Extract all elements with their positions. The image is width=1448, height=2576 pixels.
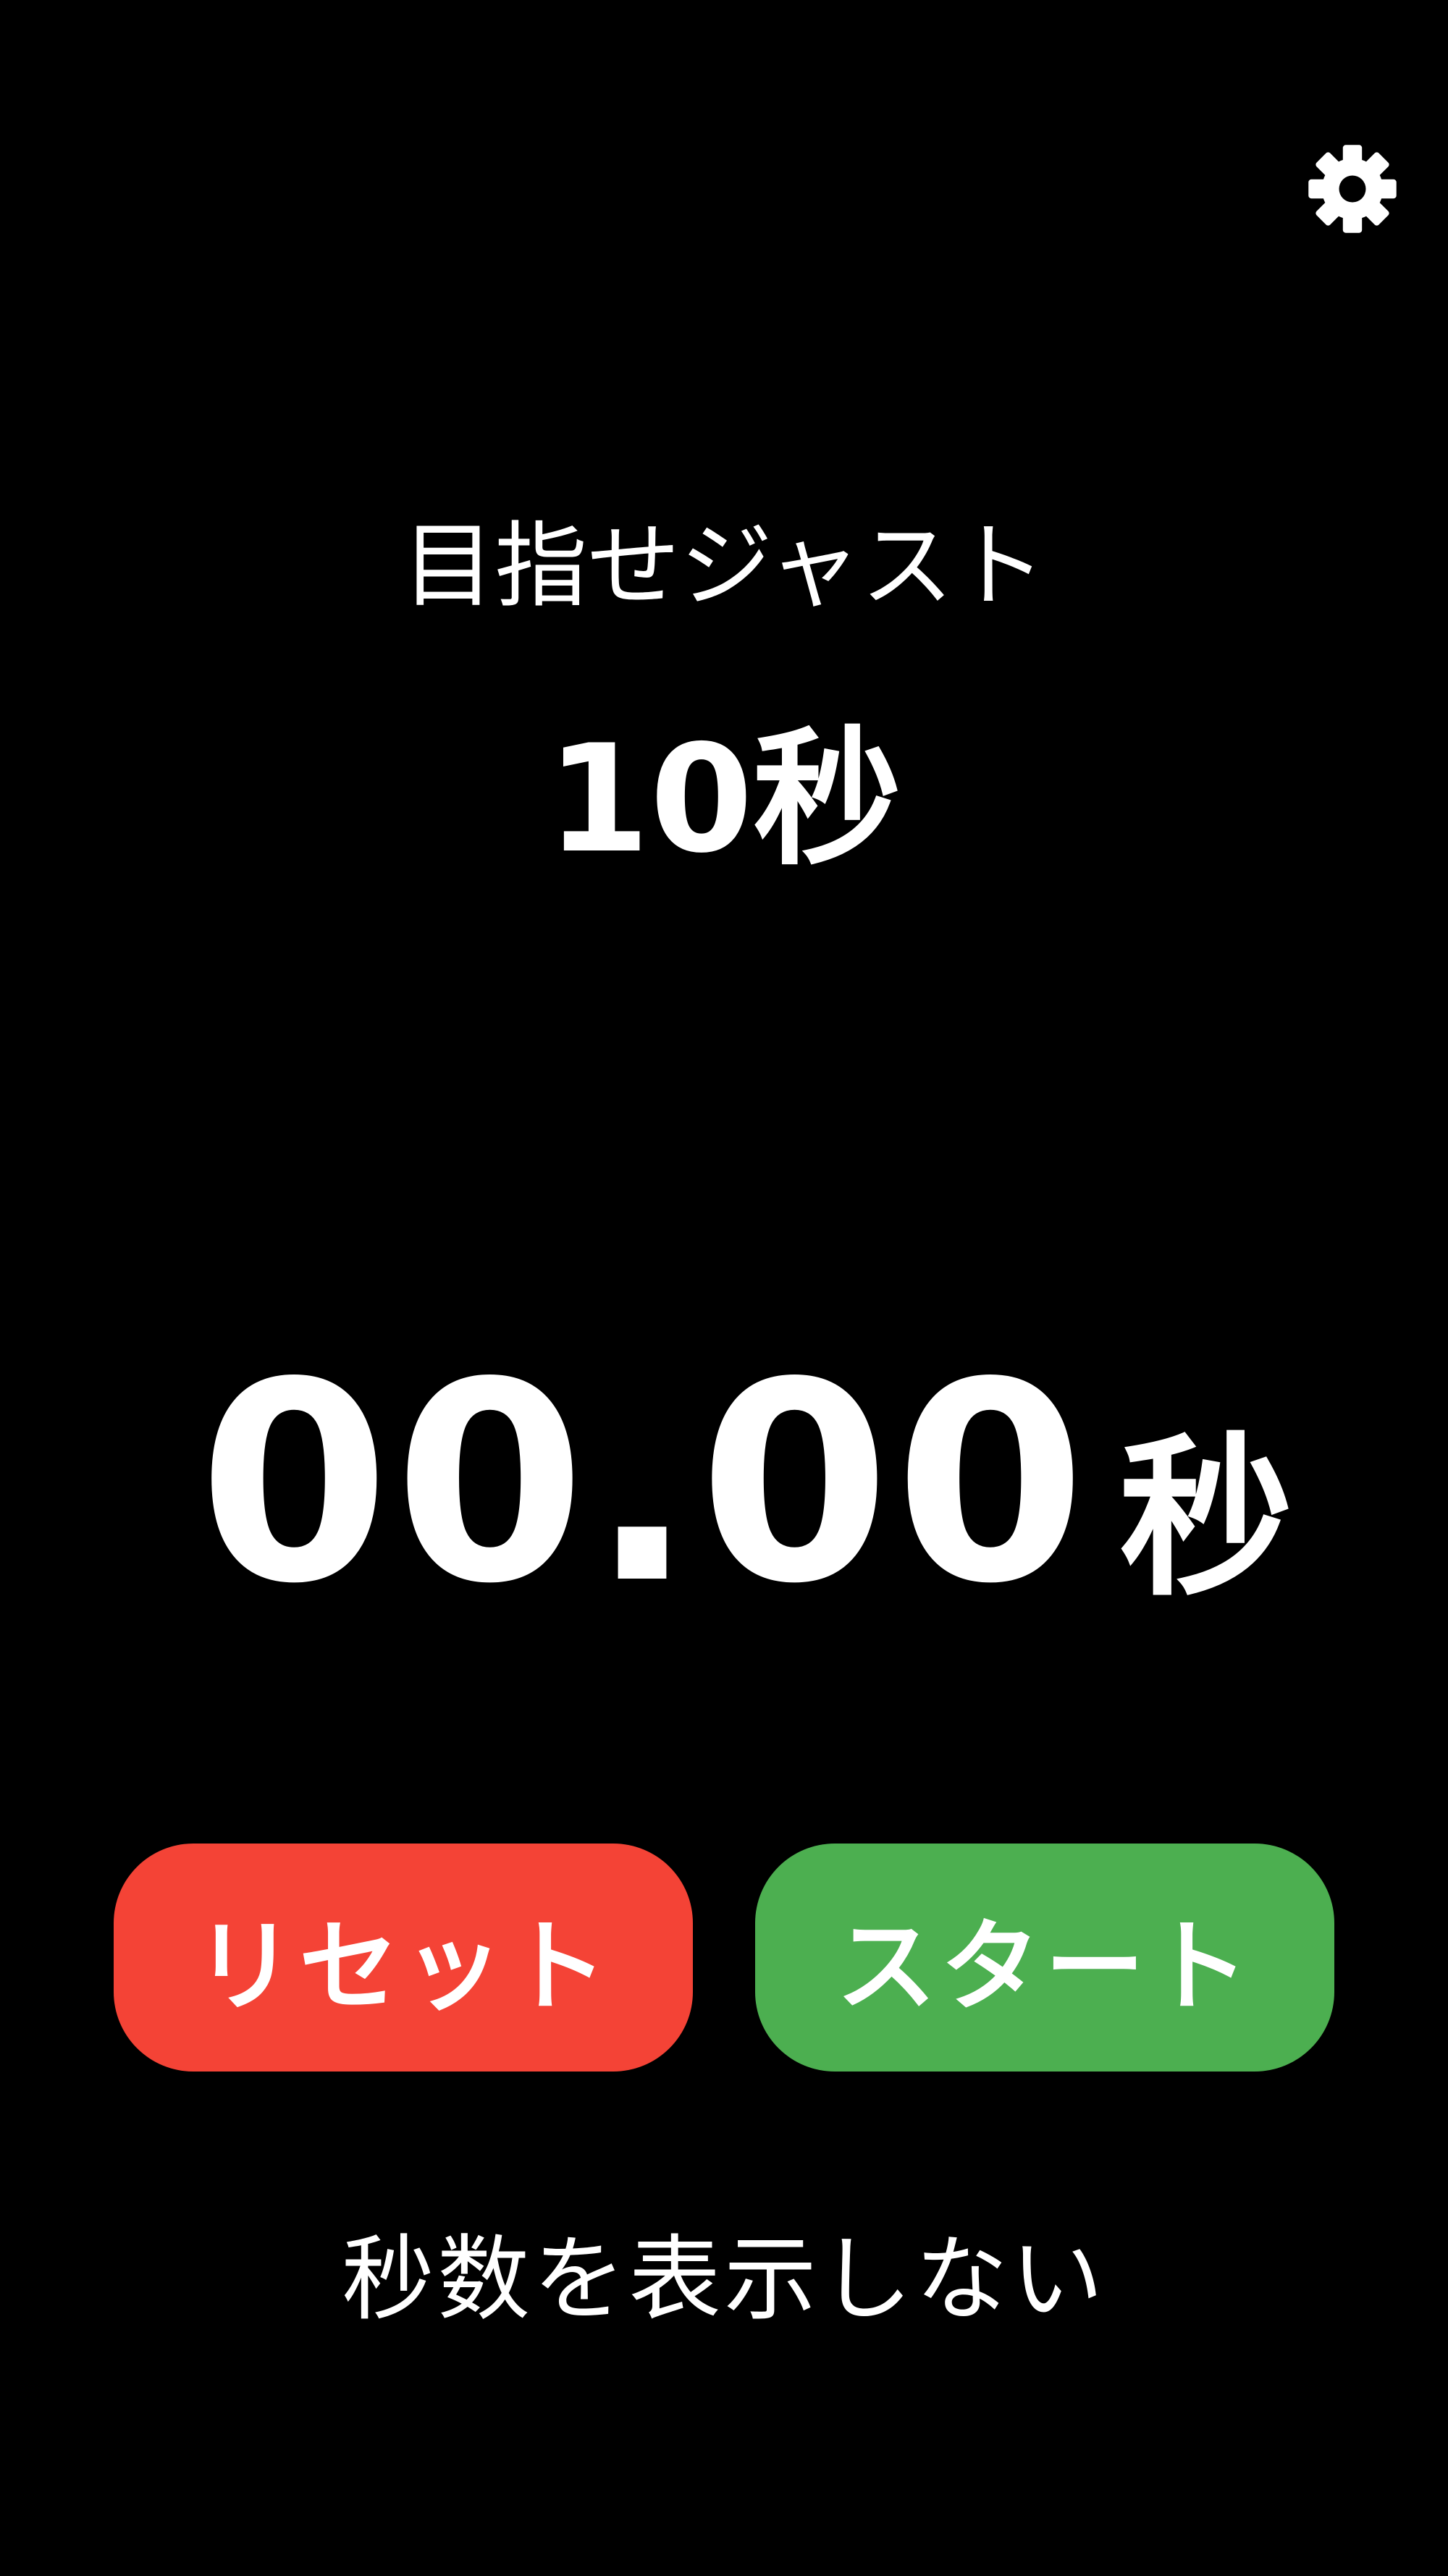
target-seconds: 10秒 (546, 714, 902, 886)
timer-display: 00.00 秒 (145, 1346, 1347, 1621)
reset-button-label: リセット (194, 1908, 612, 2025)
gear-icon (1305, 141, 1400, 237)
reset-button[interactable]: リセット (114, 1844, 693, 2072)
start-button[interactable]: スタート (755, 1844, 1334, 2072)
start-button-label: スタート (835, 1908, 1253, 2025)
target-label: 目指せジャスト (402, 512, 1046, 620)
timer-unit: 秒 (1119, 1417, 1293, 1620)
settings-button[interactable] (1303, 140, 1401, 237)
timer-value: 00.00 (198, 1323, 1090, 1644)
hide-seconds-toggle[interactable]: 秒数を表示しない (0, 2222, 1448, 2338)
